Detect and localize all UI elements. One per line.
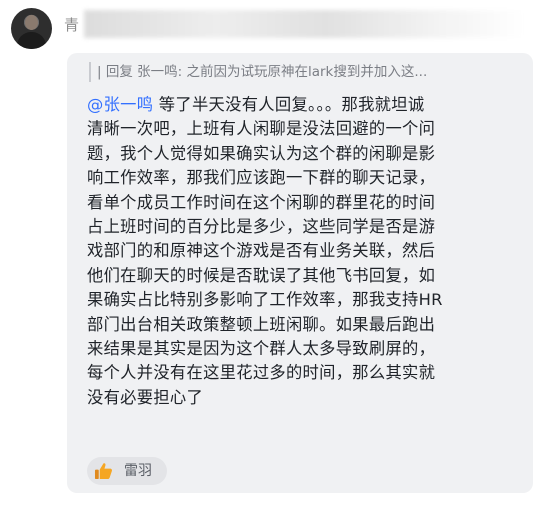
message-bubble: | 回复 张一鸣: 之前因为试玩原神在lark搜到并加入这... @张一鸣 等了…: [67, 53, 533, 493]
message-line-text: 等了半天没有人回复。。。那我就坦诚: [153, 95, 425, 114]
sender-name[interactable]: 青: [64, 14, 79, 35]
message-line: 看单个成员工作时间在这个闲聊的群里花的时间: [87, 192, 436, 212]
reply-quote[interactable]: | 回复 张一鸣: 之前因为试玩原神在lark搜到并加入这...: [89, 62, 525, 82]
avatar-face: [25, 15, 38, 30]
message-line: 戏部门的和原神这个游戏是否有业务关联，然后: [87, 241, 436, 261]
avatar-shoulders: [17, 32, 46, 49]
message-line: 占上班时间的百分比是多少，这些同学是否是游: [87, 217, 436, 237]
redacted-name-blur: [84, 10, 524, 38]
message-line: 部门出台相关政策整顿上班闲聊。如果最后跑出: [87, 314, 436, 334]
avatar[interactable]: [11, 8, 52, 49]
thumbs-up-icon: [94, 463, 112, 480]
message-line: 清晰一次吧，上班有人闲聊是没法回避的一个问: [87, 119, 436, 139]
reaction-chip[interactable]: 雷羽: [87, 457, 167, 485]
reactor-name: 雷羽: [124, 463, 152, 479]
message-line: 来结果是其实是因为这个群人太多导致刷屏的，: [87, 339, 436, 359]
message-line: 每个人并没有在这里花过多的时间，那么其实就: [87, 363, 436, 383]
message-line-1: @张一鸣 等了半天没有人回复。。。那我就坦诚: [87, 93, 523, 117]
message-line: 响工作效率，那我们应该跑一下群的聊天记录，: [87, 168, 436, 188]
chat-message: 青 | 回复 张一鸣: 之前因为试玩原神在lark搜到并加入这... @张一鸣 …: [0, 0, 541, 515]
message-line: 题，我个人觉得如果确实认为这个群的闲聊是影: [87, 143, 436, 163]
message-line: 果确实占比特别多影响了工作效率，那我支持HR: [87, 290, 443, 310]
message-line: 没有必要担心了: [87, 387, 204, 407]
message-line: 他们在聊天的时候是否耽误了其他飞书回复，如: [87, 265, 436, 285]
message-body: @张一鸣 等了半天没有人回复。。。那我就坦诚 清晰一次吧，上班有人闲聊是没法回避…: [87, 93, 523, 410]
mention-link[interactable]: @张一鸣: [87, 95, 153, 114]
